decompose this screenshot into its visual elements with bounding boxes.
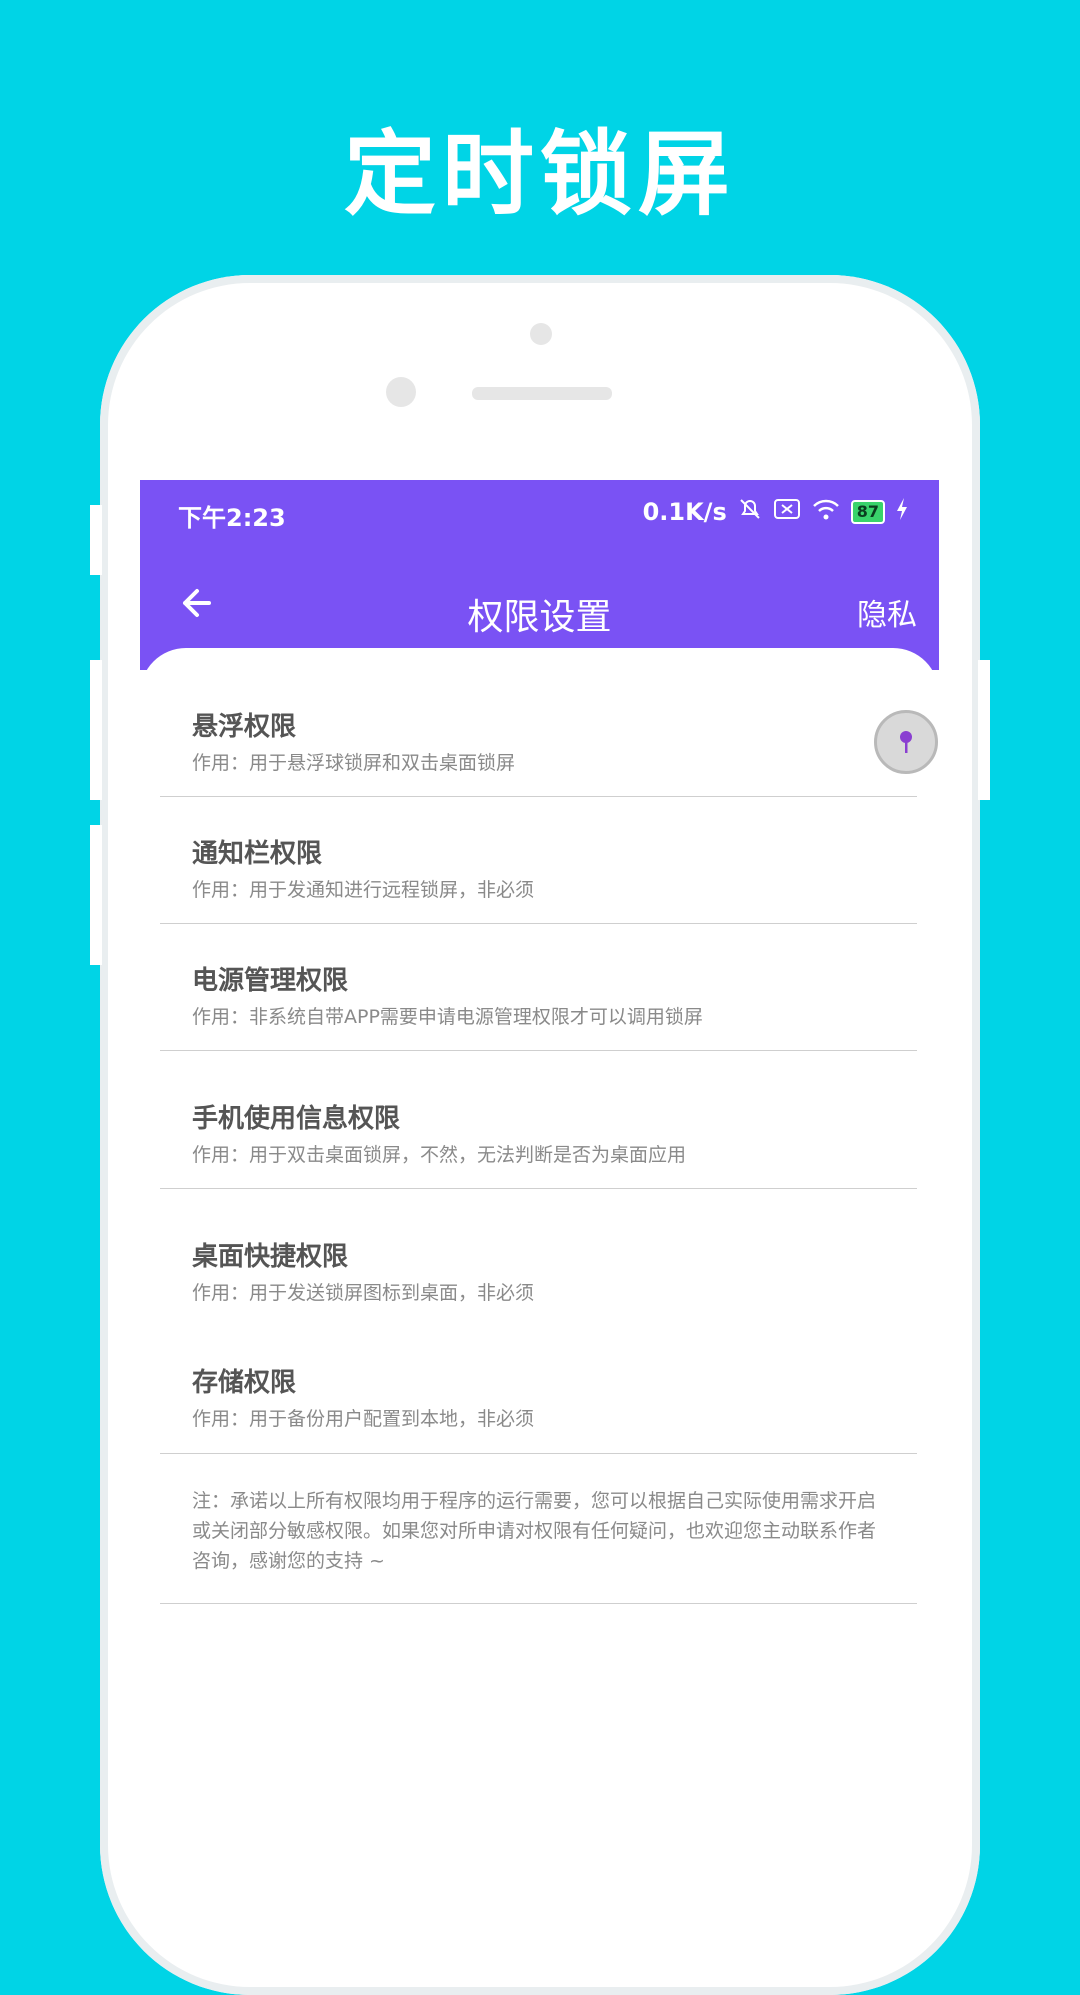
permission-desc: 作用：用于双击桌面锁屏，不然，无法判断是否为桌面应用 <box>192 1144 687 1166</box>
toolbar: 权限设置 隐私 <box>140 550 939 660</box>
overlay-permission-toggle[interactable] <box>874 710 938 774</box>
permission-title: 悬浮权限 <box>192 712 297 742</box>
permission-item-storage[interactable]: 存储权限 作用：用于备份用户配置到本地，非必须 <box>160 1362 917 1442</box>
permission-title: 电源管理权限 <box>192 966 349 996</box>
permission-item-usage[interactable]: 手机使用信息权限 作用：用于双击桌面锁屏，不然，无法判断是否为桌面应用 <box>160 1098 917 1178</box>
page-title: 权限设置 <box>467 597 612 638</box>
divider <box>160 923 917 924</box>
phone-side-button <box>978 660 990 800</box>
permission-item-overlay[interactable]: 悬浮权限 作用：用于悬浮球锁屏和双击桌面锁屏 <box>160 706 917 786</box>
phone-side-button <box>90 505 102 575</box>
permission-title: 通知栏权限 <box>192 839 323 869</box>
battery-indicator: 87 <box>850 500 885 524</box>
status-bar: 下午2:23 0.1K/s 87 <box>140 480 939 550</box>
network-speed: 0.1K/s <box>642 498 727 526</box>
divider <box>160 796 917 797</box>
sim-off-icon <box>773 498 801 526</box>
permission-desc: 作用：用于悬浮球锁屏和双击桌面锁屏 <box>192 752 516 774</box>
wifi-icon <box>811 497 841 527</box>
phone-camera <box>530 323 552 345</box>
phone-side-button <box>90 660 102 800</box>
pin-icon <box>900 731 912 753</box>
app-screen: 下午2:23 0.1K/s 87 权限设置 隐私 悬浮权限 作用：用于悬浮球锁屏… <box>140 480 939 1920</box>
divider <box>160 1188 917 1189</box>
privacy-button[interactable]: 隐私 <box>857 590 917 634</box>
divider <box>160 1603 917 1604</box>
permission-title: 桌面快捷权限 <box>192 1242 349 1272</box>
charging-icon <box>895 497 909 527</box>
permission-desc: 作用：非系统自带APP需要申请电源管理权限才可以调用锁屏 <box>192 1006 703 1028</box>
permission-item-notification[interactable]: 通知栏权限 作用：用于发通知进行远程锁屏，非必须 <box>160 833 917 913</box>
permission-item-shortcut[interactable]: 桌面快捷权限 作用：用于发送锁屏图标到桌面，非必须 <box>160 1236 917 1316</box>
permission-item-power[interactable]: 电源管理权限 作用：非系统自带APP需要申请电源管理权限才可以调用锁屏 <box>160 960 917 1040</box>
permission-list: 悬浮权限 作用：用于悬浮球锁屏和双击桌面锁屏 通知栏权限 作用：用于发通知进行远… <box>140 648 939 1920</box>
phone-side-button <box>90 825 102 965</box>
status-time: 下午2:23 <box>178 504 286 532</box>
promo-title: 定时锁屏 <box>343 121 736 228</box>
permission-title: 手机使用信息权限 <box>192 1104 401 1134</box>
phone-speaker <box>472 387 612 400</box>
permission-desc: 作用：用于备份用户配置到本地，非必须 <box>192 1408 535 1430</box>
permission-note: 注：承诺以上所有权限均用于程序的运行需要，您可以根据自己实际使用需求开启或关闭部… <box>192 1490 877 1572</box>
permission-desc: 作用：用于发通知进行远程锁屏，非必须 <box>192 879 535 901</box>
permission-title: 存储权限 <box>192 1368 297 1398</box>
bell-off-icon <box>737 496 763 528</box>
divider <box>160 1453 917 1454</box>
divider <box>160 1050 917 1051</box>
phone-sensor <box>386 377 416 407</box>
app-bar: 下午2:23 0.1K/s 87 权限设置 隐私 <box>140 480 939 670</box>
permission-desc: 作用：用于发送锁屏图标到桌面，非必须 <box>192 1282 535 1304</box>
status-icons: 0.1K/s 87 <box>643 496 909 528</box>
